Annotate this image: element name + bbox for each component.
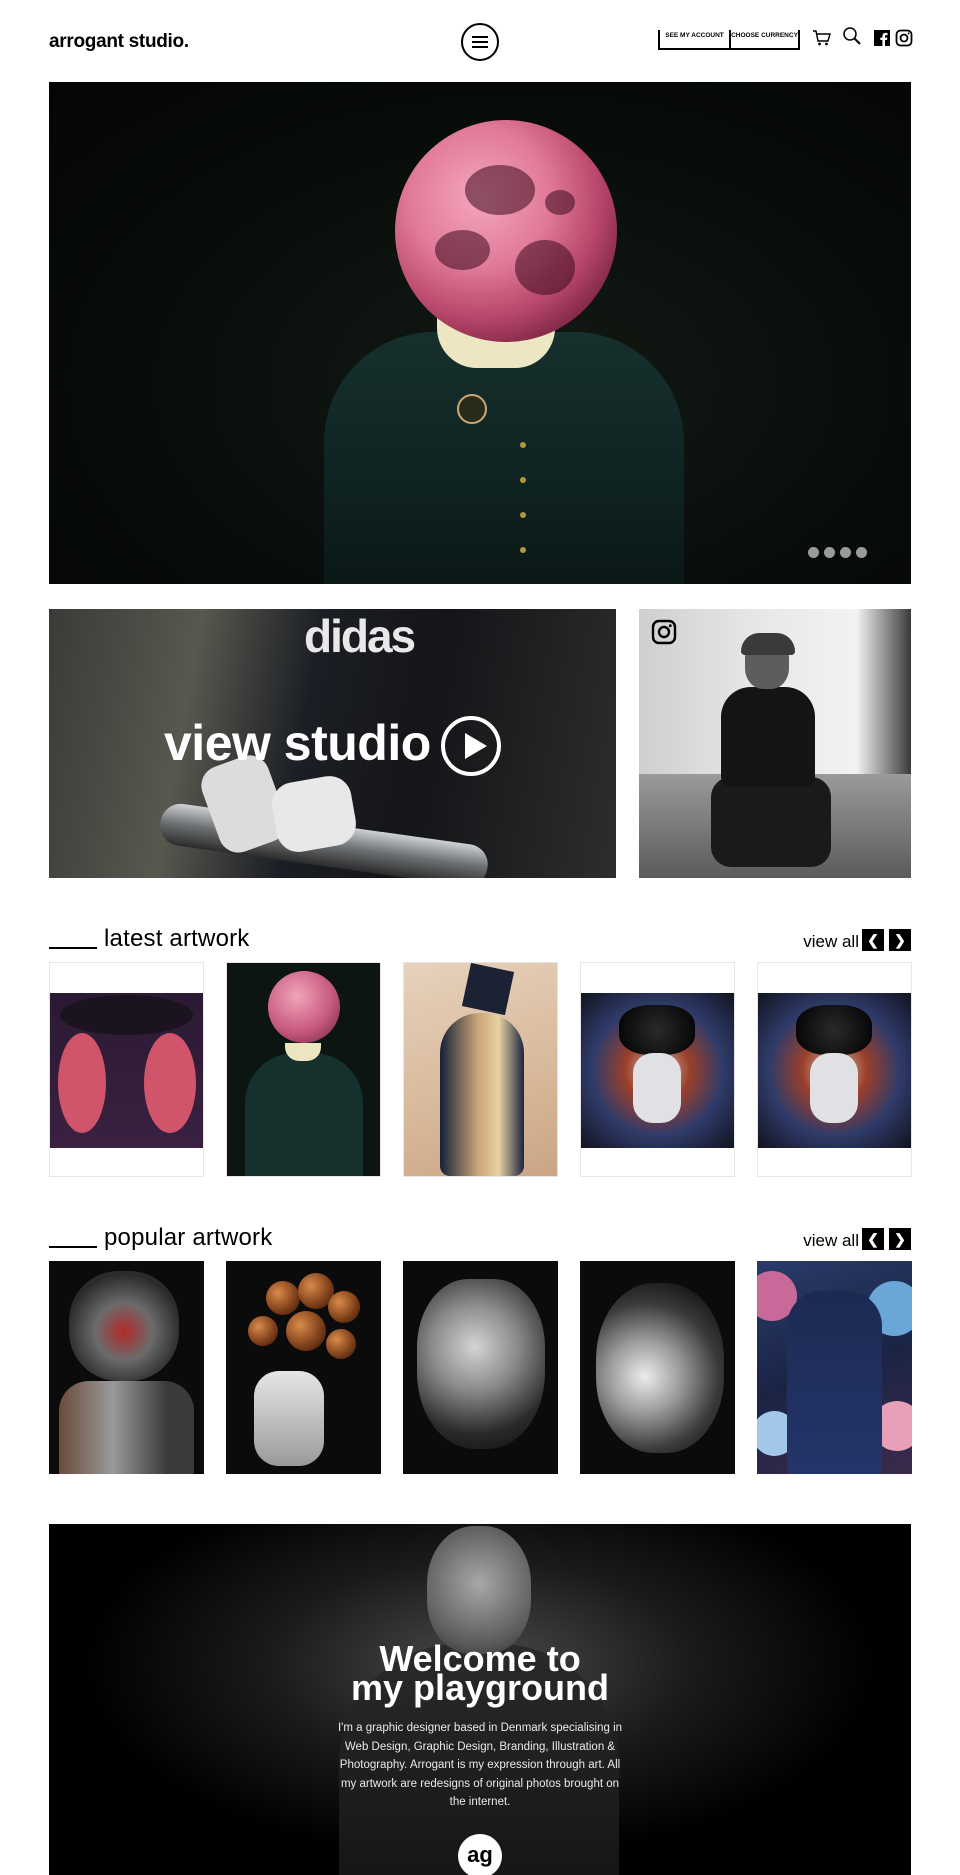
site-logo[interactable]: arrogant studio. xyxy=(49,31,189,53)
artwork-thumbnail xyxy=(580,1261,735,1474)
see-my-account-link[interactable]: SEE MY ACCOUNT xyxy=(658,30,729,50)
section-title: latest artwork xyxy=(104,925,250,952)
artwork-card[interactable] xyxy=(757,1261,912,1476)
slide-indicator xyxy=(808,547,867,558)
search-icon[interactable] xyxy=(842,26,862,46)
chevron-left-icon[interactable]: ❮ xyxy=(862,1228,884,1250)
welcome-section: Welcome to my playground I'm a graphic d… xyxy=(49,1524,911,1875)
artwork-thumbnail xyxy=(50,993,203,1148)
artwork-thumbnail xyxy=(49,1261,204,1474)
view-studio-title: view studio xyxy=(164,715,431,771)
artwork-thumbnail xyxy=(226,1261,381,1474)
hero-slideshow[interactable] xyxy=(49,82,911,584)
facebook-icon[interactable] xyxy=(872,28,892,48)
artwork-thumbnail xyxy=(757,1261,912,1474)
artwork-thumbnail xyxy=(403,1261,558,1474)
artwork-thumbnail xyxy=(227,963,380,1176)
welcome-title-line2: my playground xyxy=(350,1667,610,1708)
artwork-card[interactable] xyxy=(580,1261,735,1476)
artwork-card[interactable] xyxy=(403,962,558,1177)
choose-currency-link[interactable]: CHOOSE CURRENCY xyxy=(729,30,800,50)
artwork-card[interactable] xyxy=(403,1261,558,1476)
artist-portrait xyxy=(707,633,831,867)
artwork-card[interactable] xyxy=(580,962,735,1177)
artwork-card[interactable] xyxy=(49,1261,204,1476)
artwork-card[interactable] xyxy=(757,962,912,1177)
artwork-card[interactable] xyxy=(226,1261,381,1476)
section-title: popular artwork xyxy=(104,1224,273,1251)
view-all-link[interactable]: view all xyxy=(803,932,859,952)
instagram-icon[interactable] xyxy=(651,619,677,645)
artwork-card[interactable] xyxy=(49,962,204,1177)
slide-dot[interactable] xyxy=(856,547,867,558)
play-icon[interactable] xyxy=(441,716,501,776)
welcome-bio: I'm a graphic designer based in Denmark … xyxy=(337,1722,623,1808)
artwork-thumbnail xyxy=(581,993,734,1148)
artwork-thumbnail xyxy=(404,963,557,1176)
popular-artwork-header: popular artwork view all ❮ ❯ xyxy=(49,1224,911,1256)
cart-icon[interactable] xyxy=(812,28,832,48)
view-studio-banner[interactable]: didas view studio xyxy=(49,609,616,878)
smiley-badge xyxy=(457,394,487,424)
view-all-link[interactable]: view all xyxy=(803,1231,859,1251)
slide-dot[interactable] xyxy=(824,547,835,558)
chevron-left-icon[interactable]: ❮ xyxy=(862,929,884,951)
artist-portrait xyxy=(427,1526,531,1654)
instagram-icon[interactable] xyxy=(894,28,914,48)
site-header: arrogant studio. SEE MY ACCOUNT CHOOSE C… xyxy=(0,0,960,82)
latest-artwork-header: latest artwork view all ❮ ❯ xyxy=(49,925,911,957)
instagram-portrait[interactable] xyxy=(639,609,911,878)
artwork-thumbnail xyxy=(758,993,911,1148)
artwork-card[interactable] xyxy=(226,962,381,1177)
chevron-right-icon[interactable]: ❯ xyxy=(889,929,911,951)
chevron-right-icon[interactable]: ❯ xyxy=(889,1228,911,1250)
hero-moon xyxy=(395,120,617,342)
hero-figure-body xyxy=(324,332,684,584)
slide-dot[interactable] xyxy=(808,547,819,558)
monogram-logo[interactable]: ag xyxy=(458,1834,502,1875)
shirt-print: didas xyxy=(304,610,416,662)
menu-icon[interactable] xyxy=(461,23,499,61)
slide-dot[interactable] xyxy=(840,547,851,558)
